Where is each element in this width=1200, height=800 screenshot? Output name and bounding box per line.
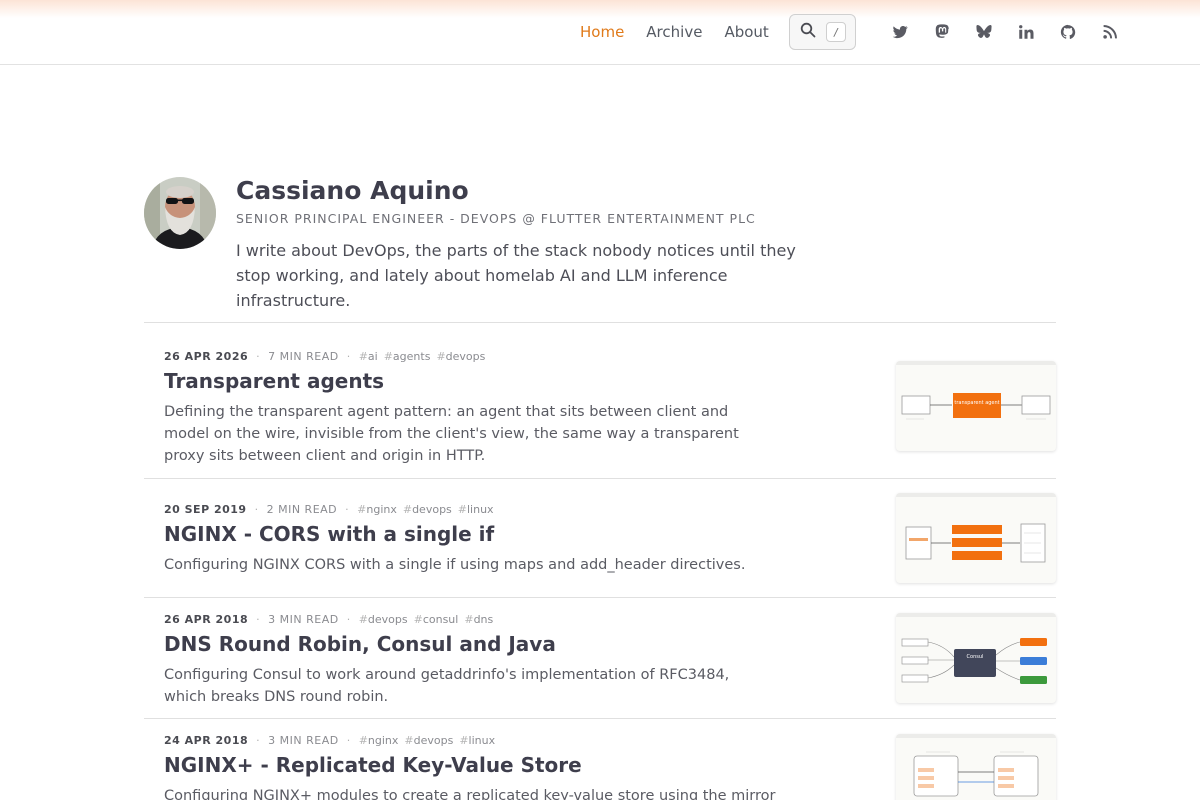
post-item[interactable]: 26 APR 2018 · 3 MIN READ · #devops #consul #dn… (144, 613, 1056, 719)
post-description: Configuring NGINX+ modules to create a r… (164, 788, 776, 800)
post-thumbnail[interactable]: Consul (896, 613, 1056, 703)
post-tag[interactable]: #linux (459, 734, 495, 747)
linkedin-icon[interactable] (1015, 21, 1037, 43)
post-read-time: 3 MIN READ (268, 613, 339, 626)
post-read-time: 2 MIN READ (266, 503, 338, 516)
post-meta: 20 SEP 2019 · 2 MIN READ · #nginx #devops #lin… (164, 503, 494, 516)
post-date: 26 APR 2018 (164, 613, 249, 626)
post-item[interactable]: 20 SEP 2019 · 2 MIN READ · #nginx #devops #lin… (144, 493, 1056, 598)
post-tag[interactable]: #nginx (357, 503, 397, 516)
bluesky-icon[interactable] (973, 21, 995, 43)
nav-archive[interactable]: Archive (646, 23, 702, 41)
post-thumbnail[interactable] (896, 734, 1056, 800)
post-thumbnail[interactable] (896, 493, 1056, 583)
divider (144, 322, 1056, 323)
nav-about[interactable]: About (724, 23, 768, 41)
post-title[interactable]: NGINX+ - Replicated Key-Value Store (164, 753, 582, 777)
rss-icon[interactable] (1099, 21, 1121, 43)
search-icon (800, 22, 816, 42)
avatar (144, 177, 216, 249)
post-tag[interactable]: #ai (359, 350, 378, 363)
post-meta: 26 APR 2026 · 7 MIN READ · #ai #agents #devops (164, 350, 486, 363)
post-description: Defining the transparent agent pattern: … (164, 404, 739, 464)
author-role: SENIOR PRINCIPAL ENGINEER - DEVOPS @ FLU… (236, 211, 756, 226)
post-description: Configuring NGINX CORS with a single if … (164, 557, 746, 573)
post-item[interactable]: 24 APR 2018 · 3 MIN READ · #nginx #devops #lin… (144, 734, 1056, 800)
author-bio: I write about DevOps, the parts of the s… (236, 241, 796, 310)
site-header: Home Archive About / (0, 0, 1200, 65)
post-tag[interactable]: #consul (414, 613, 459, 626)
post-read-time: 7 MIN READ (268, 350, 339, 363)
post-date: 26 APR 2026 (164, 350, 249, 363)
post-title[interactable]: Transparent agents (164, 369, 384, 393)
thumb-label: Consul (967, 654, 984, 660)
post-date: 20 SEP 2019 (164, 503, 247, 516)
main-nav: Home Archive About (580, 0, 791, 64)
thumb-label: transparent agent (954, 400, 999, 406)
mastodon-icon[interactable] (931, 21, 953, 43)
post-tag[interactable]: #devops (403, 503, 452, 516)
post-meta: 24 APR 2018 · 3 MIN READ · #nginx #devops #lin… (164, 734, 496, 747)
author-name: Cassiano Aquino (236, 176, 469, 205)
post-description: Configuring Consul to work around getadd… (164, 667, 730, 705)
github-icon[interactable] (1057, 21, 1079, 43)
post-meta: 26 APR 2018 · 3 MIN READ · #devops #consul #dn… (164, 613, 494, 626)
author-profile: Cassiano Aquino SENIOR PRINCIPAL ENGINEE… (144, 176, 864, 310)
post-tag[interactable]: #linux (458, 503, 494, 516)
post-tag[interactable]: #devops (359, 613, 408, 626)
post-tag[interactable]: #agents (384, 350, 431, 363)
post-tag[interactable]: #nginx (359, 734, 399, 747)
post-date: 24 APR 2018 (164, 734, 249, 747)
post-title[interactable]: NGINX - CORS with a single if (164, 522, 494, 546)
twitter-icon[interactable] (889, 21, 911, 43)
post-title[interactable]: DNS Round Robin, Consul and Java (164, 632, 556, 656)
post-item[interactable]: 26 APR 2026 · 7 MIN READ · #ai #agents #devops… (144, 350, 1056, 479)
nav-home[interactable]: Home (580, 23, 624, 41)
post-tag[interactable]: #devops (436, 350, 485, 363)
search-button[interactable]: / (789, 14, 856, 50)
post-tag[interactable]: #devops (404, 734, 453, 747)
post-tag[interactable]: #dns (464, 613, 493, 626)
post-thumbnail[interactable]: transparent agent (896, 361, 1056, 451)
search-shortcut-key: / (826, 22, 846, 42)
social-links (889, 20, 1141, 44)
post-read-time: 3 MIN READ (268, 734, 339, 747)
